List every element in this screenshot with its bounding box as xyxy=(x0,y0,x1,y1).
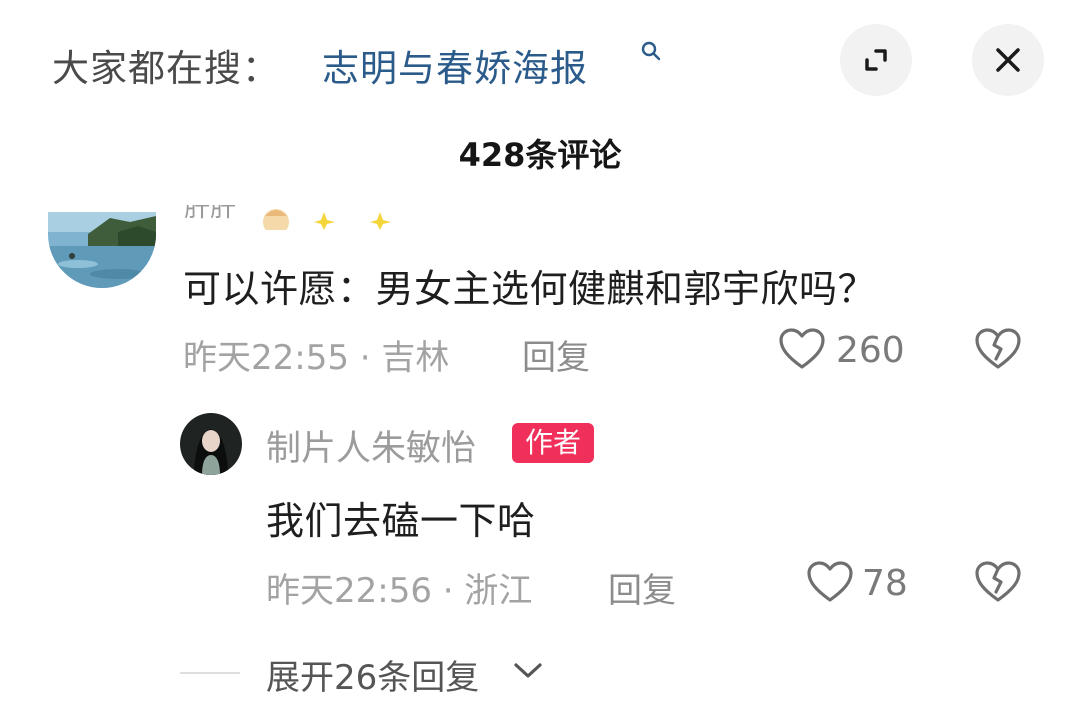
comment-username[interactable]: 肝肝 xyxy=(184,205,236,231)
user-avatar[interactable] xyxy=(48,212,156,288)
comment-text: 可以许愿：男女主选何健麒和郭宇欣吗？ xyxy=(183,267,877,311)
search-prefix: 大家都在搜： xyxy=(52,47,280,90)
user-avatar[interactable] xyxy=(180,413,242,475)
reply-text: 我们去磕一下哈 xyxy=(266,499,536,543)
reply-meta: 昨天22:56 · 浙江 xyxy=(266,571,533,611)
reply-username[interactable]: 制片人朱敏怡 xyxy=(266,420,476,471)
author-badge: 作者 xyxy=(512,423,594,463)
broken-heart-icon[interactable] xyxy=(974,560,1022,604)
expand-divider xyxy=(180,672,240,674)
close-icon xyxy=(996,48,1020,72)
sparkle-emoji xyxy=(370,212,391,230)
close-button[interactable] xyxy=(972,24,1044,96)
like-count: 260 xyxy=(836,330,905,371)
trending-search-link[interactable]: 志明与春娇海报 xyxy=(322,38,588,92)
comment-count-title: 428条评论 xyxy=(458,136,622,174)
search-icon[interactable] xyxy=(640,40,662,64)
heart-icon[interactable] xyxy=(806,560,854,604)
like-count: 78 xyxy=(862,563,908,604)
reply-button[interactable]: 回复 xyxy=(522,330,590,379)
search-bar: 大家都在搜： 志明与春娇海报 xyxy=(0,0,1080,120)
person-emoji xyxy=(263,209,289,230)
sparkle-emoji xyxy=(314,212,335,230)
expand-icon xyxy=(865,49,887,71)
chevron-down-icon[interactable] xyxy=(512,660,544,682)
expand-button[interactable] xyxy=(840,24,912,96)
expand-replies-button[interactable]: 展开26条回复 xyxy=(266,650,479,699)
broken-heart-icon[interactable] xyxy=(974,327,1022,371)
heart-icon[interactable] xyxy=(778,327,826,371)
reply-button[interactable]: 回复 xyxy=(608,563,676,612)
landscape-avatar-image xyxy=(48,212,156,288)
portrait-avatar-image xyxy=(180,413,242,475)
comment-meta: 昨天22:55 · 吉林 xyxy=(183,338,450,378)
username-emojis xyxy=(262,206,402,230)
